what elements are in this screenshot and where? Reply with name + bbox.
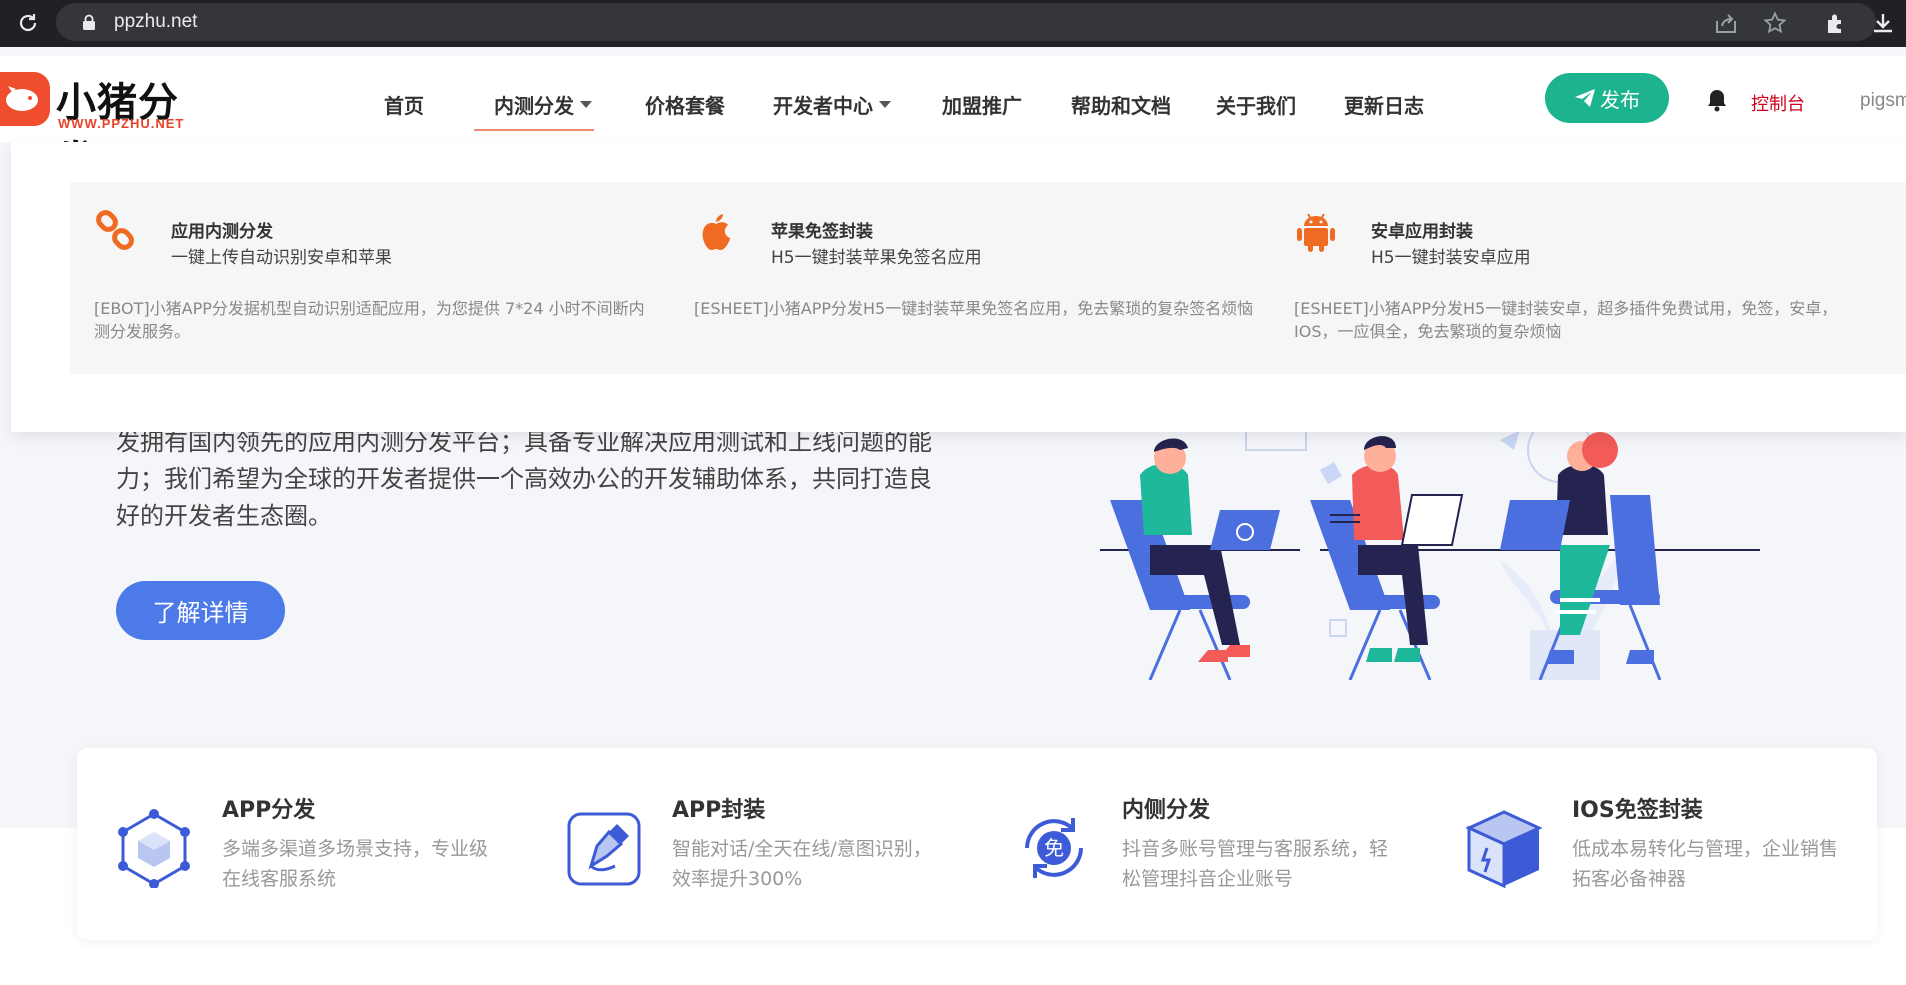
feature-title: IOS免签封装 xyxy=(1572,798,1703,823)
url-text[interactable]: ppzhu.net xyxy=(114,11,197,33)
lock-icon xyxy=(83,14,95,30)
dropdown-item-title: 安卓应用封装 xyxy=(1371,222,1473,242)
paper-plane-icon xyxy=(1575,89,1595,107)
user-account-link[interactable]: pigsm xyxy=(1860,90,1906,112)
feature-description: 低成本易转化与管理，企业销售拓客必备神器 xyxy=(1572,838,1839,890)
site-logo[interactable]: 小猪分发 WWW.PPZHU.NET xyxy=(0,64,215,184)
hero-description: 发拥有国内领先的应用内测分发平台；具备专业解决应用测试和上线问题的能力；我们希望… xyxy=(116,428,932,530)
download-icon[interactable] xyxy=(1871,11,1895,35)
svg-text:免: 免 xyxy=(1044,836,1064,860)
features-bar: APP分发 多端多渠道多场景支持，专业级在线客服系统 APP封装 智能对话/全天… xyxy=(77,748,1877,940)
feature-description: 多端多渠道多场景支持，专业级在线客服系统 xyxy=(222,838,489,890)
address-bar[interactable] xyxy=(56,3,1876,41)
reload-icon[interactable] xyxy=(16,11,40,35)
dropdown-item-description: [ESHEET]小猪APP分发H5一键封装安卓，超多插件免费试用，免签，安卓，I… xyxy=(1294,299,1838,341)
dropdown-item-subtitle: 一键上传自动识别安卓和苹果 xyxy=(171,248,392,268)
feature-title: APP封装 xyxy=(672,798,766,823)
apple-icon xyxy=(702,214,730,250)
dropdown-item-app-distribution[interactable]: 应用内测分发 一键上传自动识别安卓和苹果 [EBOT]小猪APP分发据机型自动识… xyxy=(70,182,660,374)
nav-beta-distribution-label: 内测分发 xyxy=(494,94,574,118)
site-header: 小猪分发 WWW.PPZHU.NET 首页 内测分发 价格套餐 开发者中心 加盟… xyxy=(0,56,1906,184)
caret-down-icon xyxy=(580,101,592,108)
star-icon[interactable] xyxy=(1763,11,1787,35)
nav-affiliate[interactable]: 加盟推广 xyxy=(942,90,1022,119)
android-icon xyxy=(1297,213,1335,252)
nav-developer-center-label: 开发者中心 xyxy=(773,94,873,118)
pen-box-icon xyxy=(567,812,641,886)
nav-beta-distribution[interactable]: 内测分发 xyxy=(494,90,592,119)
nav-home[interactable]: 首页 xyxy=(384,90,424,119)
nav-help-docs[interactable]: 帮助和文档 xyxy=(1071,90,1171,119)
beta-distribution-dropdown: 应用内测分发 一键上传自动识别安卓和苹果 [EBOT]小猪APP分发据机型自动识… xyxy=(11,142,1906,432)
feature-title: APP分发 xyxy=(222,798,316,823)
pig-logo-icon xyxy=(0,72,50,126)
bell-icon[interactable] xyxy=(1706,88,1728,112)
feature-title: 内侧分发 xyxy=(1122,798,1211,823)
feature-app-wrap[interactable]: APP封装 智能对话/全天在线/意图识别，效率提升300% xyxy=(527,748,977,940)
active-nav-indicator xyxy=(474,129,594,131)
dropdown-item-subtitle: H5一键封装苹果免签名应用 xyxy=(771,248,982,268)
dropdown-item-android-wrap[interactable]: 安卓应用封装 H5一键封装安卓应用 [ESHEET]小猪APP分发H5一键封装安… xyxy=(1270,182,1906,374)
share-icon[interactable] xyxy=(1714,12,1738,34)
feature-description: 抖音多账号管理与客服系统，轻松管理抖音企业账号 xyxy=(1122,838,1389,890)
feature-app-distribution[interactable]: APP分发 多端多渠道多场景支持，专业级在线客服系统 xyxy=(77,748,527,940)
dropdown-panel: 应用内测分发 一键上传自动识别安卓和苹果 [EBOT]小猪APP分发据机型自动识… xyxy=(70,182,1906,374)
extensions-icon[interactable] xyxy=(1824,11,1848,35)
feature-ios-wrap[interactable]: IOS免签封装 低成本易转化与管理，企业销售拓客必备神器 xyxy=(1427,748,1877,940)
dropdown-item-title: 应用内测分发 xyxy=(171,222,273,242)
dropdown-item-title: 苹果免签封装 xyxy=(771,222,873,242)
nav-pricing[interactable]: 价格套餐 xyxy=(645,90,725,119)
team-illustration xyxy=(1100,420,1760,680)
logo-subtitle: WWW.PPZHU.NET xyxy=(58,116,185,131)
link-chain-icon xyxy=(96,210,134,250)
cube-network-icon xyxy=(118,809,190,888)
nav-about[interactable]: 关于我们 xyxy=(1216,90,1296,119)
nav-developer-center[interactable]: 开发者中心 xyxy=(773,90,891,119)
free-cycle-icon: 免 xyxy=(1025,818,1083,878)
dropdown-item-subtitle: H5一键封装安卓应用 xyxy=(1371,248,1531,268)
dropdown-item-ios-wrap[interactable]: 苹果免签封装 H5一键封装苹果免签名应用 [ESHEET]小猪APP分发H5一键… xyxy=(670,182,1260,374)
publish-button[interactable]: 发布 xyxy=(1545,73,1669,123)
nav-changelog[interactable]: 更新日志 xyxy=(1344,90,1424,119)
dropdown-item-description: [EBOT]小猪APP分发据机型自动识别适配应用，为您提供 7*24 小时不间断… xyxy=(94,299,645,341)
feature-internal-distribution[interactable]: 免 内侧分发 抖音多账号管理与客服系统，轻松管理抖音企业账号 xyxy=(977,748,1427,940)
dropdown-item-description: [ESHEET]小猪APP分发H5一键封装苹果免签名应用，免去繁琐的复杂签名烦恼 xyxy=(694,299,1254,318)
browser-toolbar: ppzhu.net xyxy=(0,0,1906,47)
console-link[interactable]: 控制台 xyxy=(1751,90,1805,116)
learn-more-button[interactable]: 了解详情 xyxy=(116,581,285,640)
publish-label: 发布 xyxy=(1600,87,1640,112)
package-box-icon xyxy=(1465,810,1543,888)
caret-down-icon xyxy=(879,101,891,108)
feature-description: 智能对话/全天在线/意图识别，效率提升300% xyxy=(672,838,932,890)
